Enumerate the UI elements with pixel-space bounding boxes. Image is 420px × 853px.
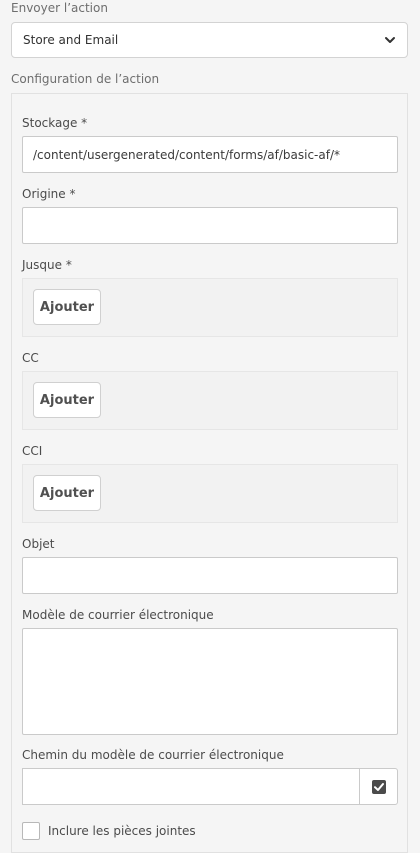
bcc-label: CCI	[22, 444, 43, 458]
include-attachments-checkbox[interactable]	[22, 822, 40, 840]
storage-input[interactable]: /content/usergenerated/content/forms/af/…	[22, 136, 398, 173]
from-label: Origine *	[22, 187, 76, 201]
email-template-textarea[interactable]	[22, 628, 398, 735]
from-input[interactable]	[22, 207, 398, 244]
submit-action-select[interactable]: Store and Email	[11, 22, 408, 58]
bcc-add-button[interactable]: Ajouter	[33, 475, 101, 511]
cc-add-button[interactable]: Ajouter	[33, 382, 101, 418]
checkbox-checked-icon	[371, 779, 386, 794]
to-multifield: Ajouter	[22, 278, 398, 337]
storage-value: /content/usergenerated/content/forms/af/…	[33, 147, 341, 162]
storage-label: Stockage *	[22, 116, 88, 130]
cc-multifield: Ajouter	[22, 371, 398, 430]
subject-label: Objet	[22, 537, 55, 551]
chevron-down-icon	[385, 37, 395, 43]
bcc-multifield: Ajouter	[22, 464, 398, 523]
email-template-label: Modèle de courrier électronique	[22, 608, 214, 622]
cc-label: CC	[22, 351, 39, 365]
submit-action-value: Store and Email	[23, 33, 119, 47]
include-attachments-label: Inclure les pièces jointes	[48, 824, 196, 838]
email-template-path-label: Chemin du modèle de courrier électroniqu…	[22, 748, 284, 762]
to-add-button[interactable]: Ajouter	[33, 289, 101, 325]
path-picker-button[interactable]	[359, 768, 398, 805]
subject-input[interactable]	[22, 557, 398, 594]
email-template-path-input[interactable]	[22, 768, 360, 805]
submit-action-label: Envoyer l’action	[11, 1, 108, 15]
to-label: Jusque *	[22, 258, 72, 272]
email-template-path-pathfield	[22, 768, 398, 805]
action-config-title: Configuration de l’action	[11, 72, 160, 86]
